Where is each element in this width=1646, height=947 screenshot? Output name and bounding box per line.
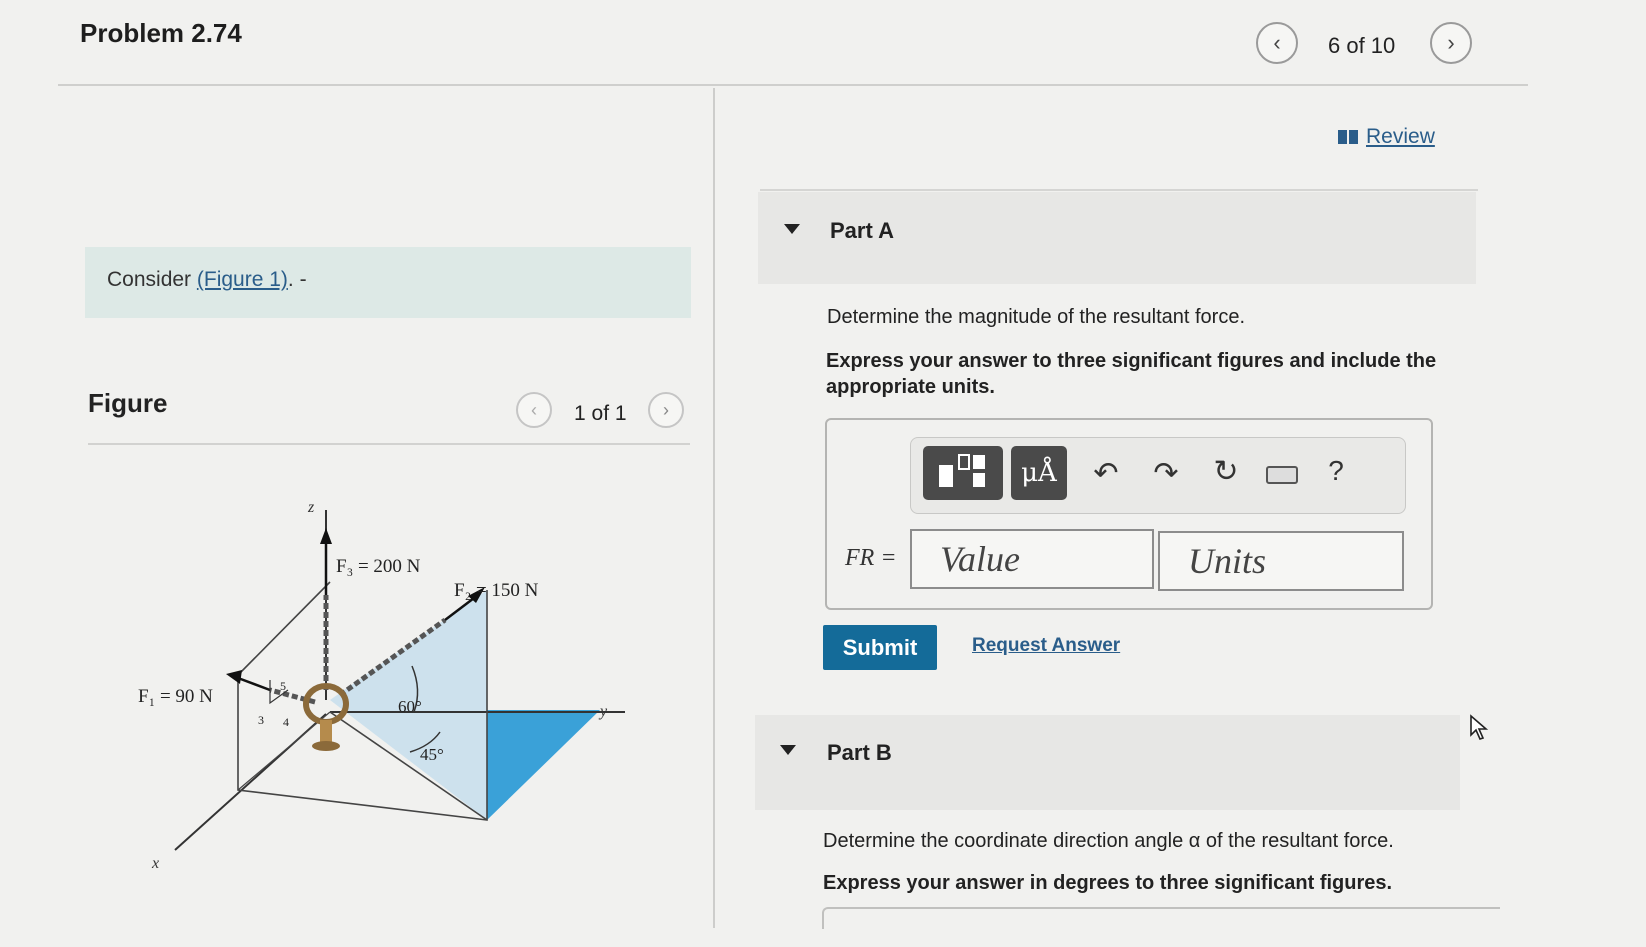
eyebolt-shank (320, 720, 332, 744)
next-figure-button[interactable]: › (648, 392, 684, 428)
f1-label: F₁ = 90 N (138, 686, 213, 707)
slope-5-label: 5 (280, 679, 286, 693)
math-toolbar: μÅ ↶ ↷ ↻ ? (910, 437, 1406, 514)
templates-button[interactable] (923, 446, 1003, 500)
column-divider (713, 88, 715, 928)
value-input[interactable]: Value (910, 529, 1154, 589)
templates-icon (939, 454, 985, 487)
submit-button[interactable]: Submit (823, 625, 937, 670)
prev-problem-button[interactable]: ‹ (1256, 22, 1298, 64)
box-left-back (237, 581, 331, 676)
book-icon (1338, 130, 1358, 144)
chevron-left-icon: ‹ (1273, 30, 1281, 55)
request-answer-link[interactable]: Request Answer (972, 635, 1120, 657)
units-input[interactable]: Units (1158, 531, 1404, 591)
part-a-label: Part A (830, 218, 894, 243)
problem-title: Problem 2.74 (80, 18, 242, 48)
eyebolt-base (312, 741, 340, 751)
keyboard-icon[interactable] (1266, 466, 1298, 484)
help-button[interactable]: ? (1316, 448, 1356, 494)
caret-down-icon[interactable] (780, 745, 796, 755)
f2-plane-triangle (487, 710, 600, 820)
slope-4-label: 4 (283, 715, 289, 729)
review-label: Review (1366, 125, 1435, 148)
chevron-right-icon: › (663, 399, 669, 420)
figure-position: 1 of 1 (574, 402, 627, 425)
f2-label: F₂ = 150 N (454, 580, 539, 601)
chevron-left-icon: ‹ (531, 399, 537, 420)
f1-arrow (237, 676, 271, 692)
redo-icon[interactable]: ↷ (1141, 450, 1191, 496)
header-divider (58, 84, 1528, 86)
figure-1-diagram: z y x F₃ = 200 N F₂ = 150 N F₁ = 90 N 60… (138, 499, 625, 872)
slope-3-label: 3 (258, 713, 264, 727)
units-button[interactable]: μÅ (1011, 446, 1067, 500)
axis-z-label: z (307, 499, 315, 516)
review-link[interactable]: Review (1338, 125, 1435, 149)
figure-link[interactable]: (Figure 1) (197, 268, 288, 291)
part-b-label: Part B (827, 740, 892, 765)
consider-prefix: Consider (107, 268, 197, 291)
part-a-question: Determine the magnitude of the resultant… (827, 306, 1246, 328)
axis-y-label: y (598, 703, 608, 720)
f3-arrowhead (320, 528, 332, 544)
angle-45-label: 45° (420, 745, 444, 764)
part-b-question: Determine the coordinate direction angle… (823, 830, 1394, 852)
answer-label: FR = (845, 545, 897, 571)
f3-label: F₃ = 200 N (336, 556, 421, 577)
mouse-pointer-icon (1470, 714, 1489, 740)
next-problem-button[interactable]: › (1430, 22, 1472, 64)
figure-divider (88, 443, 690, 445)
chevron-right-icon: › (1447, 30, 1455, 55)
reset-icon[interactable]: ↻ (1201, 448, 1251, 494)
figure-heading: Figure (88, 388, 168, 418)
problem-position: 6 of 10 (1328, 33, 1396, 58)
caret-down-icon[interactable] (784, 224, 800, 234)
consider-suffix: . - (287, 268, 307, 291)
f1-arrowhead (226, 670, 242, 684)
prev-figure-button[interactable]: ‹ (516, 392, 552, 428)
part-a-instruction: Express your answer to three significant… (826, 350, 1437, 398)
consider-text: Consider (Figure 1). - (107, 268, 307, 292)
axis-x-label: x (151, 855, 159, 872)
part-b-answer-frame (822, 907, 1500, 929)
review-divider (760, 189, 1478, 191)
undo-icon[interactable]: ↶ (1081, 450, 1131, 496)
angle-60-label: 60° (398, 697, 422, 716)
part-b-instruction: Express your answer in degrees to three … (823, 872, 1393, 894)
